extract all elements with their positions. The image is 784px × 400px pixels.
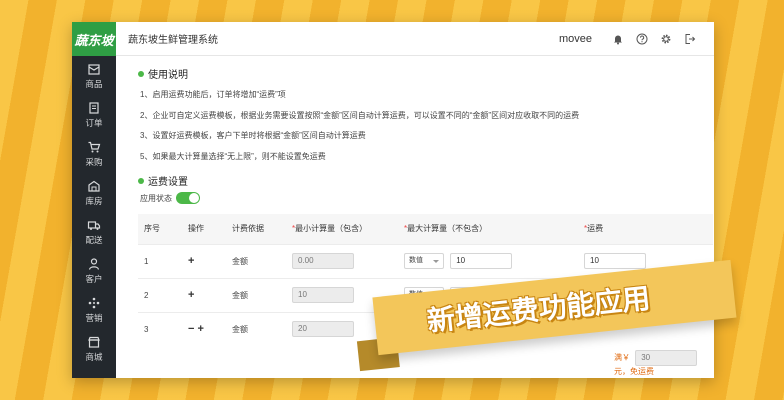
sidebar-item-label: 采购 <box>85 156 103 167</box>
customer-icon <box>88 257 100 270</box>
instruction-item: 3、设置好运费模板，客户下单时将根据“金额”区间自动计算运费 <box>140 131 366 140</box>
instructions-heading: 使用说明 <box>138 66 714 81</box>
instruction-item: 2、企业可自定义运费模板，根据业务需要设置按照“金额”区间自动计算运费，可以设置… <box>140 110 580 120</box>
header-min: *最小计算量（包含） <box>286 214 398 244</box>
instructions-title: 使用说明 <box>148 70 188 81</box>
free-shipping-input[interactable]: 30 <box>635 350 698 366</box>
row-index: 2 <box>138 277 182 312</box>
gear-icon <box>661 34 671 43</box>
max-type-select[interactable]: 数值 <box>404 253 444 269</box>
row-basis: 金额 <box>226 243 286 278</box>
cart-icon <box>88 141 101 152</box>
add-row-button[interactable]: + <box>182 277 226 312</box>
header-index: 序号 <box>138 214 182 244</box>
store-icon <box>88 336 100 348</box>
header-action: 操作 <box>182 214 226 244</box>
settings-heading: 运费设置 <box>138 173 714 188</box>
sidebar-item-label: 配送 <box>85 234 103 245</box>
table-header-row: 序号 操作 计费依据 *最小计算量（包含） *最大计算量（不包含） *运费 <box>138 214 713 244</box>
add-row-button[interactable]: + <box>182 243 226 278</box>
sidebar-item-label: 商城 <box>85 351 103 362</box>
sidebar-item-report[interactable] <box>72 368 116 378</box>
logo: 蔬东坡 <box>72 22 116 56</box>
status-label: 应用状态 <box>140 193 172 203</box>
max-amount-input[interactable]: 10 <box>450 253 513 269</box>
sidebar-item-label: 订单 <box>85 117 103 128</box>
sidebar-item-label: 客户 <box>85 273 103 284</box>
instruction-item: 5、如果最大计算量选择“无上限”，则不能设置免运费 <box>140 151 326 161</box>
app-title: 蔬东坡生鲜管理系统 <box>128 35 218 46</box>
warehouse-icon <box>88 180 100 192</box>
sidebar-item-marketing[interactable]: 营销 <box>72 290 116 329</box>
status-toggle[interactable] <box>176 192 200 204</box>
sidebar-item-store[interactable]: 商城 <box>72 329 116 368</box>
status-row: 应用状态 <box>140 192 714 204</box>
header-fee: *运费 <box>578 214 713 244</box>
top-bar: 蔬东坡生鲜管理系统 movee <box>116 22 714 56</box>
logout-icon <box>685 33 696 44</box>
user-name[interactable]: movee <box>559 33 592 45</box>
row-basis: 金额 <box>226 277 286 312</box>
settings-button[interactable] <box>654 33 678 45</box>
row-index: 3 <box>138 311 182 346</box>
header-max: *最大计算量（不包含） <box>398 214 578 244</box>
min-amount-input: 20 <box>292 321 354 338</box>
bell-icon <box>614 35 622 44</box>
sidebar-item-customer[interactable]: 客户 <box>72 251 116 290</box>
instruction-item: 1、启用运费功能后，订单将增加“运费”项 <box>140 90 286 99</box>
sidebar-item-label: 营销 <box>85 312 103 323</box>
sidebar: 蔬东坡 商品 订单 采购 库房 配送 客户 营销 商城 <box>72 22 116 378</box>
settings-title: 运费设置 <box>148 177 188 188</box>
min-amount-input: 10 <box>292 287 354 303</box>
order-icon <box>89 101 99 114</box>
free-shipping-prefix: 满￥ <box>614 353 630 363</box>
help-button[interactable] <box>630 33 654 45</box>
sidebar-item-purchase[interactable]: 采购 <box>72 134 116 173</box>
notification-button[interactable] <box>606 33 630 45</box>
sidebar-item-label: 库房 <box>85 195 103 206</box>
remove-add-row-buttons[interactable]: − + <box>182 311 226 346</box>
row-basis: 金额 <box>226 311 286 346</box>
question-icon <box>636 33 648 44</box>
logout-button[interactable] <box>678 33 702 45</box>
product-icon <box>88 63 100 75</box>
min-amount-input: 0.00 <box>292 253 354 269</box>
marketing-icon <box>88 297 100 308</box>
free-shipping-row: 满￥ 30 元，免运费 <box>614 350 714 377</box>
sidebar-item-warehouse[interactable]: 库房 <box>72 173 116 212</box>
bullet-dot-icon <box>138 177 144 184</box>
row-index: 1 <box>138 243 182 278</box>
bullet-dot-icon <box>138 70 144 77</box>
header-basis: 计费依据 <box>226 214 286 244</box>
delivery-icon <box>87 220 101 230</box>
sidebar-item-label: 商品 <box>85 78 103 89</box>
sidebar-item-order[interactable]: 订单 <box>72 95 116 134</box>
sidebar-item-product[interactable]: 商品 <box>72 56 116 95</box>
sidebar-item-delivery[interactable]: 配送 <box>72 212 116 251</box>
free-shipping-suffix: 元，免运费 <box>614 367 654 376</box>
